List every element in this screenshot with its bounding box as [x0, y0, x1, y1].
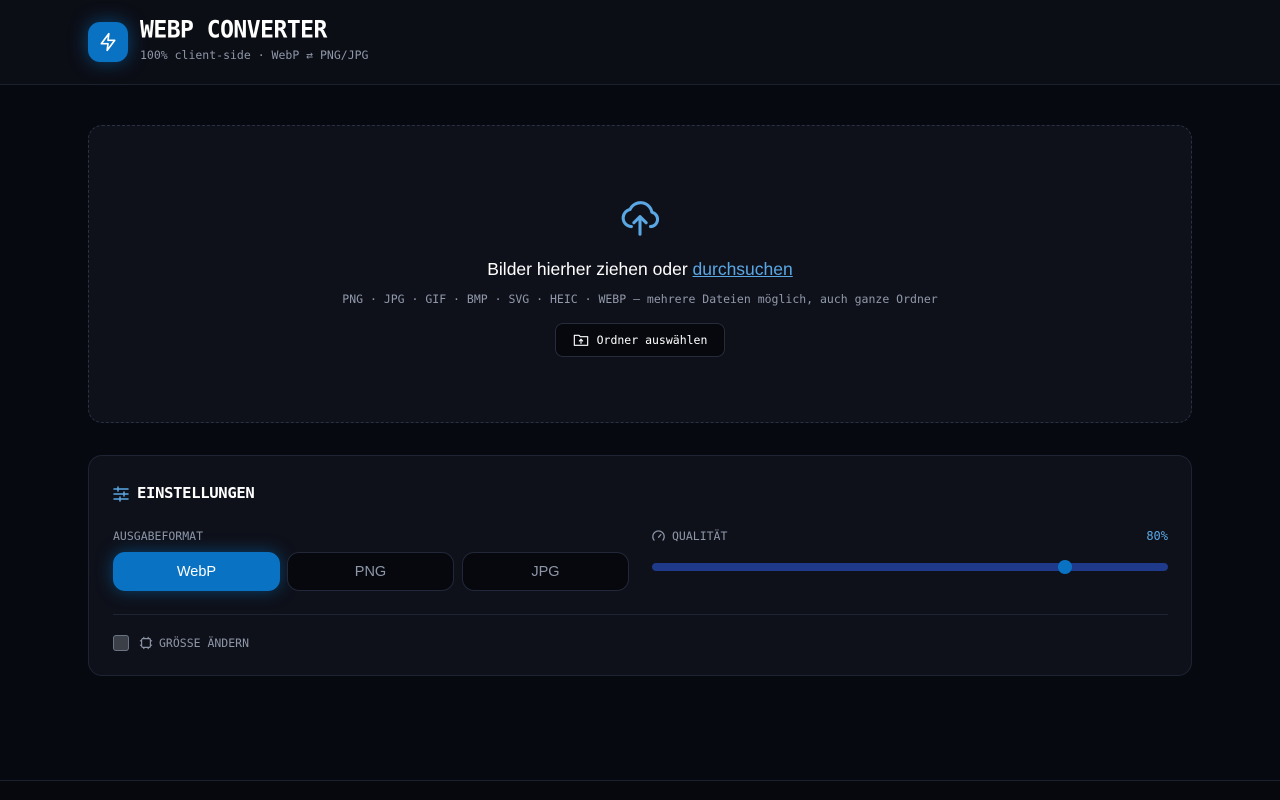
- select-folder-label: Ordner auswählen: [596, 333, 708, 347]
- dropzone-title: Bilder hierher ziehen oder durchsuchen: [89, 259, 1191, 280]
- dropzone-title-text: Bilder hierher ziehen oder: [487, 259, 688, 279]
- gauge-icon: [652, 530, 665, 541]
- app-title: WEBP CONVERTER: [140, 16, 327, 44]
- quality-value: 80%: [1146, 529, 1168, 543]
- quality-slider[interactable]: [652, 560, 1168, 574]
- select-folder-button[interactable]: Ordner auswählen: [555, 323, 725, 357]
- page-footer: [0, 780, 1280, 800]
- app-logo: [88, 22, 128, 62]
- resize-checkbox[interactable]: [113, 635, 129, 651]
- app-subtitle: 100% client-side · WebP ⇄ PNG/JPG: [140, 48, 369, 62]
- file-dropzone[interactable]: Bilder hierher ziehen oder durchsuchen P…: [88, 125, 1192, 423]
- settings-divider: [113, 614, 1168, 615]
- app-header: WEBP CONVERTER 100% client-side · WebP ⇄…: [0, 0, 1280, 85]
- quality-label: QUALITÄT: [672, 529, 728, 543]
- quality-slider-thumb[interactable]: [1057, 560, 1072, 574]
- resize-icon: [139, 636, 153, 650]
- output-format-label: AUSGABEFORMAT: [113, 529, 204, 543]
- settings-panel: EINSTELLUNGEN AUSGABEFORMAT WebP PNG JPG…: [88, 455, 1192, 676]
- format-jpg-button[interactable]: JPG: [462, 552, 629, 591]
- lightning-icon: [100, 32, 116, 52]
- settings-title: EINSTELLUNGEN: [137, 484, 255, 502]
- sliders-icon: [113, 486, 129, 502]
- supported-formats-hint: PNG · JPG · GIF · BMP · SVG · HEIC · WEB…: [342, 292, 938, 306]
- format-png-button[interactable]: PNG: [287, 552, 454, 591]
- folder-upload-icon: [573, 334, 588, 346]
- cloud-upload-icon: [621, 201, 660, 236]
- format-webp-button[interactable]: WebP: [113, 552, 280, 591]
- resize-label[interactable]: GRÖSSE ÄNDERN: [159, 636, 249, 650]
- browse-link[interactable]: durchsuchen: [693, 259, 793, 279]
